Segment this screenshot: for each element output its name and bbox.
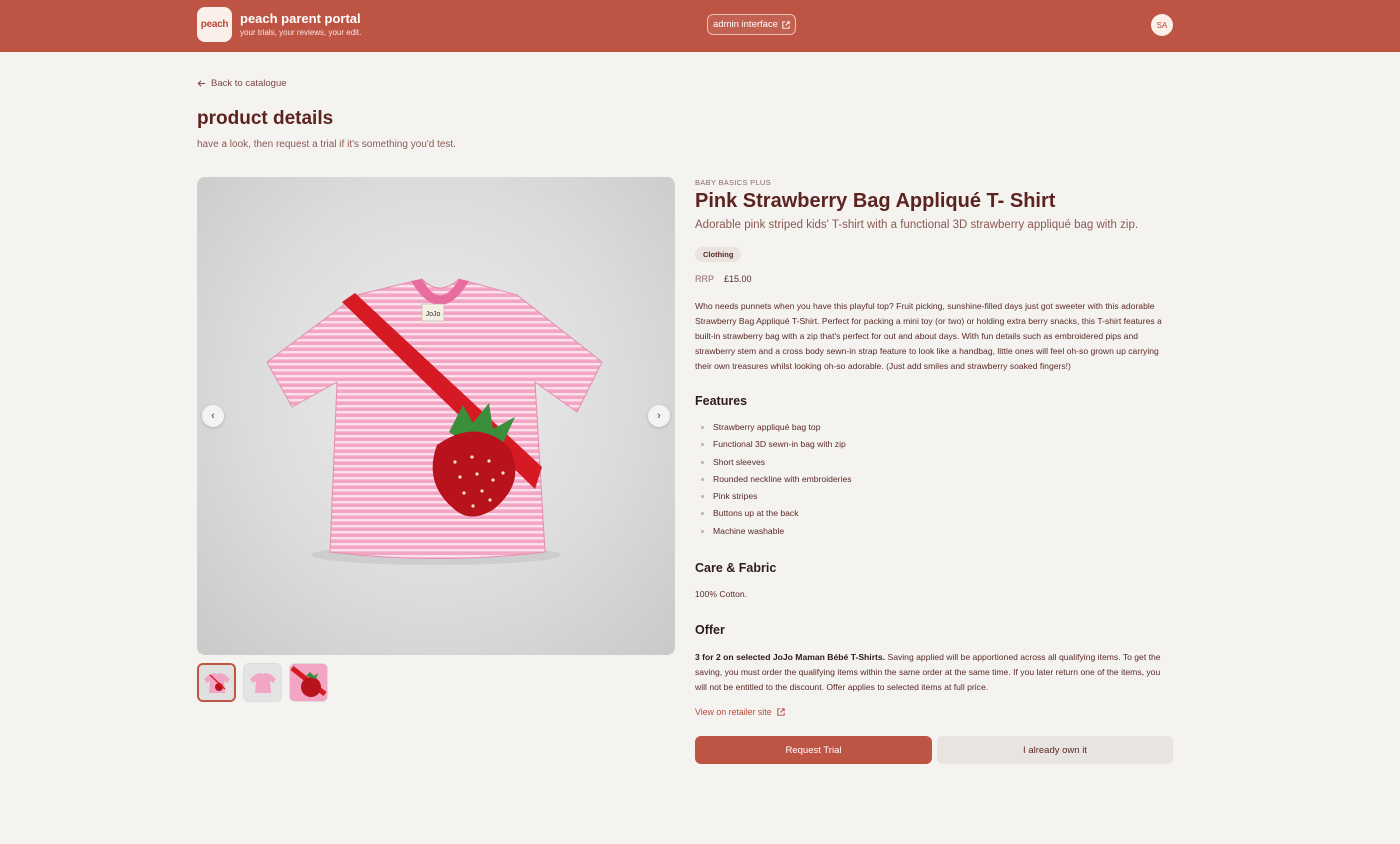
thumbnail-strip	[197, 663, 328, 702]
thumbnail-1[interactable]	[197, 663, 236, 702]
features-heading: Features	[695, 394, 748, 408]
back-label: Back to catalogue	[211, 78, 287, 89]
price-value: £15.00	[724, 274, 752, 284]
features-list: Strawberry appliqué bag top Functional 3…	[695, 420, 1173, 541]
product-main-image: JoJo ‹ ›	[197, 177, 675, 655]
request-trial-label: Request Trial	[785, 744, 842, 756]
app-title: peach parent portal	[240, 11, 361, 26]
external-link-icon	[782, 20, 790, 29]
product-tagline: Adorable pink striped kids' T-shirt with…	[695, 219, 1139, 231]
care-fabric-heading: Care & Fabric	[695, 561, 777, 575]
request-trial-button[interactable]: Request Trial	[695, 736, 932, 764]
already-own-button[interactable]: I already own it	[937, 736, 1173, 764]
admin-interface-button[interactable]: admin interface	[707, 14, 796, 35]
thumbnail-strawberry-image	[290, 664, 327, 701]
chevron-right-icon: ›	[657, 410, 661, 422]
admin-interface-label: admin interface	[713, 19, 778, 30]
logo[interactable]: peach	[197, 7, 232, 42]
back-to-catalogue-link[interactable]: Back to catalogue	[197, 78, 287, 89]
thumbnail-2[interactable]	[243, 663, 282, 702]
thumbnail-tshirt-back-image	[244, 664, 281, 701]
logo-text: peach	[200, 19, 229, 30]
product-description: Who needs punnets when you have this pla…	[695, 301, 1162, 371]
feature-item: Pink stripes	[695, 489, 1173, 506]
already-own-label: I already own it	[1023, 744, 1087, 756]
feature-item: Buttons up at the back	[695, 506, 1173, 523]
thumbnail-tshirt-image	[199, 665, 234, 700]
previous-image-button[interactable]: ‹	[202, 405, 224, 427]
page-title: product details	[197, 108, 334, 129]
feature-item: Rounded neckline with embroideries	[695, 472, 1173, 489]
feature-item: Strawberry appliqué bag top	[695, 420, 1173, 437]
product-brand: BABY BASICS PLUS	[695, 178, 771, 187]
price-label: RRP	[695, 274, 715, 284]
product-title: Pink Strawberry Bag Appliqué T- Shirt	[695, 190, 1056, 212]
feature-item: Functional 3D sewn-in bag with zip	[695, 437, 1173, 454]
offer-highlight: 3 for 2 on selected JoJo Maman Bébé T-Sh…	[695, 652, 886, 662]
avatar-initials: SA	[1156, 20, 1168, 30]
feature-item: Short sleeves	[695, 455, 1173, 472]
retailer-link-label: View on retailer site	[695, 707, 772, 717]
avatar[interactable]: SA	[1151, 14, 1173, 36]
app-subtitle: your trials, your reviews, your edit.	[240, 28, 362, 37]
thumbnail-3[interactable]	[289, 663, 328, 702]
next-image-button[interactable]: ›	[648, 405, 670, 427]
top-bar: peach peach parent portal your trials, y…	[0, 0, 1400, 52]
price-row: RRP £15.00	[695, 274, 1173, 284]
chevron-left-icon: ‹	[211, 410, 215, 422]
category-badge: Clothing	[695, 247, 742, 262]
page-subtitle: have a look, then request a trial if it'…	[197, 139, 456, 150]
offer-heading: Offer	[695, 623, 725, 637]
arrow-left-icon	[197, 80, 206, 87]
external-link-icon	[776, 708, 785, 716]
retailer-link[interactable]: View on retailer site	[695, 707, 1173, 717]
neck-label: JoJo	[426, 311, 441, 318]
tshirt-image: JoJo	[266, 278, 603, 565]
care-fabric-text: 100% Cotton.	[695, 589, 748, 599]
offer-text: 3 for 2 on selected JoJo Maman Bébé T-Sh…	[695, 650, 1173, 695]
feature-item: Machine washable	[695, 524, 1173, 541]
